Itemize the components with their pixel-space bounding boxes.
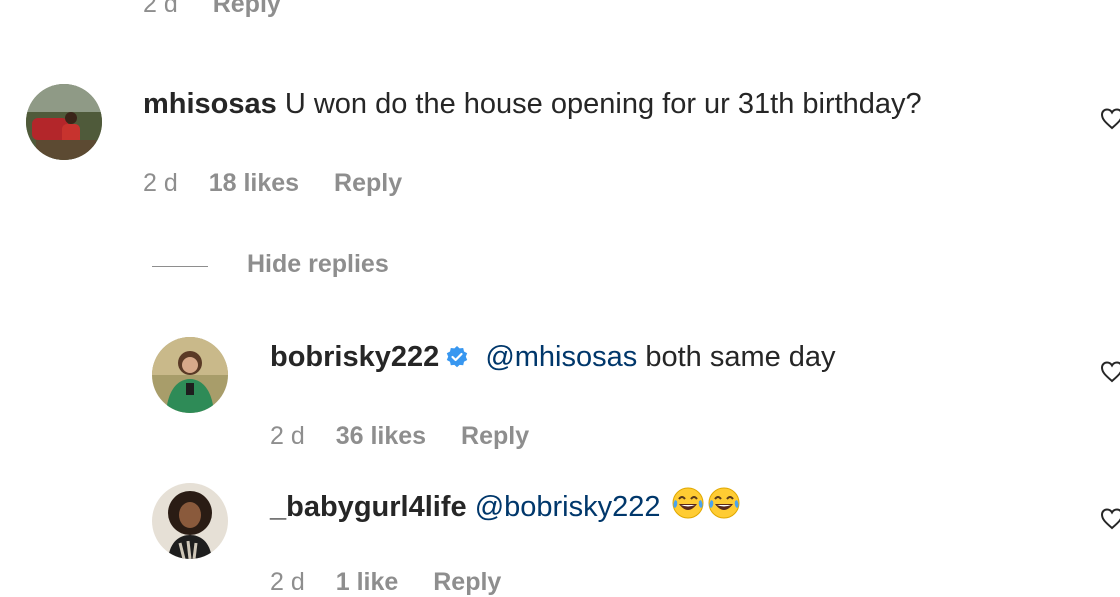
comment-time: 2 d (143, 169, 178, 197)
mention-link[interactable]: @mhisosas (485, 341, 637, 373)
reply-button[interactable]: Reply (334, 169, 402, 197)
tears-of-joy-emoji-icon (671, 486, 705, 528)
like-heart-icon[interactable] (1100, 108, 1120, 135)
reply-button[interactable]: Reply (433, 568, 501, 596)
mention-link[interactable]: @bobrisky222 (475, 491, 661, 523)
username[interactable]: _babygurl4life (270, 491, 467, 523)
like-heart-icon[interactable] (1100, 508, 1120, 535)
tears-of-joy-emoji-icon (707, 486, 741, 528)
previous-comment-meta: 2 d Reply (143, 0, 281, 19)
reply-button[interactable]: Reply (213, 0, 281, 18)
divider-line (152, 266, 208, 267)
reply-time: 2 d (270, 568, 305, 596)
username[interactable]: mhisosas (143, 88, 277, 120)
avatar-image (152, 483, 228, 559)
avatar-mhisosas[interactable] (26, 84, 102, 160)
reply-body: _babygurl4life @bobrisky222 (270, 486, 741, 528)
likes-count[interactable]: 36 likes (336, 422, 426, 450)
comment-body: mhisosas U won do the house opening for … (143, 88, 922, 121)
avatar-babygurl4life[interactable] (152, 483, 228, 559)
avatar-image (152, 337, 228, 413)
reply-meta: 2 d 36 likes Reply (270, 422, 529, 451)
reply-meta: 2 d 1 like Reply (270, 568, 501, 597)
likes-count[interactable]: 18 likes (209, 169, 299, 197)
comment-meta: 2 d 18 likes Reply (143, 169, 402, 198)
comment-time: 2 d (143, 0, 178, 18)
username[interactable]: bobrisky222 (270, 341, 439, 373)
verified-badge-icon (445, 344, 469, 377)
reply-body: bobrisky222 @mhisosas both same day (270, 341, 836, 377)
likes-count[interactable]: 1 like (336, 568, 399, 596)
avatar-bobrisky222[interactable] (152, 337, 228, 413)
comment-text: U won do the house opening for ur 31th b… (284, 88, 922, 120)
avatar-image (26, 84, 102, 160)
reply-button[interactable]: Reply (461, 422, 529, 450)
hide-replies-button[interactable]: Hide replies (247, 250, 389, 279)
reply-time: 2 d (270, 422, 305, 450)
reply-text: both same day (645, 341, 836, 373)
like-heart-icon[interactable] (1100, 361, 1120, 388)
